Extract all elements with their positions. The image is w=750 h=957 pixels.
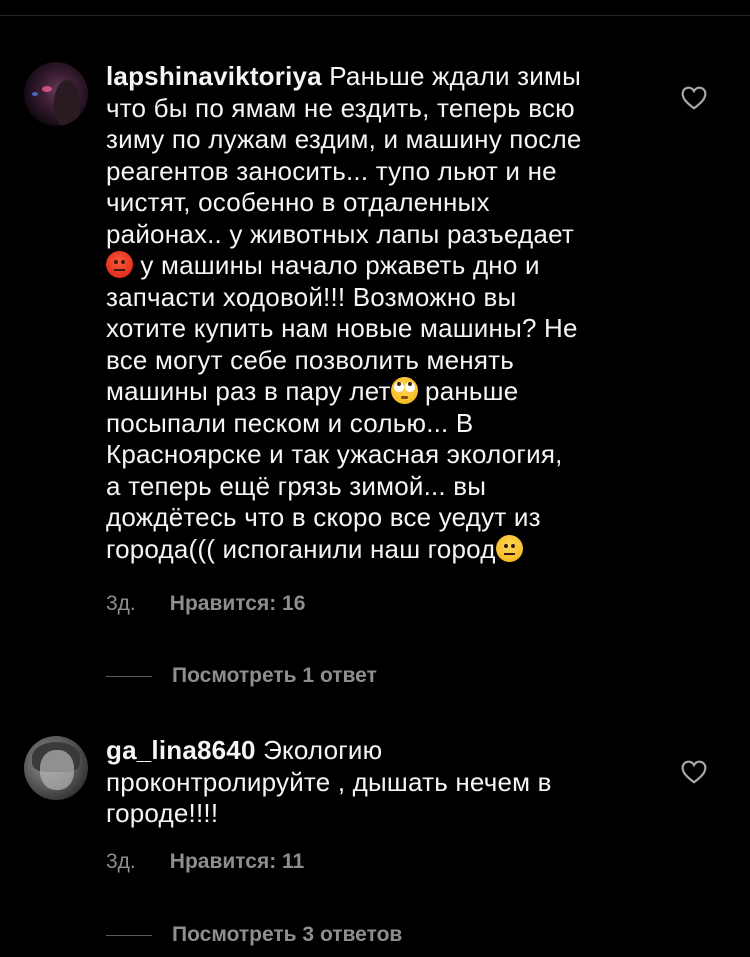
comment-time: 3д. (106, 592, 136, 615)
avatar-photo-detail (42, 86, 52, 92)
angry-face-emoji-icon (106, 251, 133, 278)
avatar-photo-detail (54, 80, 80, 126)
view-replies-button[interactable]: Посмотреть 3 ответов (106, 923, 402, 947)
view-replies-label: Посмотреть 3 ответов (172, 923, 403, 946)
comment-meta: 3д. Нравится: 16 (106, 592, 305, 616)
avatar[interactable] (24, 62, 88, 126)
replies-divider-line (106, 675, 152, 677)
comment-likes[interactable]: Нравится: 11 (170, 850, 304, 874)
comment-username[interactable]: lapshinaviktoriya (106, 61, 322, 91)
comment-likes[interactable]: Нравится: 16 (170, 592, 306, 616)
replies-divider-line (106, 934, 152, 936)
avatar-photo-detail (40, 750, 74, 790)
comment-time: 3д. (106, 850, 136, 873)
comment-username[interactable]: ga_lina8640 (106, 735, 256, 765)
top-divider (0, 15, 750, 16)
neutral-face-emoji-icon (495, 534, 523, 562)
heart-outline-icon[interactable] (681, 86, 707, 110)
comment-text: ga_lina8640 Экологию проконтролируйте , … (106, 735, 646, 830)
view-replies-button[interactable]: Посмотреть 1 ответ (106, 664, 377, 688)
comment-text: lapshinaviktoriya Раньше ждали зимы что … (106, 61, 646, 565)
comment-meta: 3д. Нравится: 11 (106, 850, 304, 874)
rolling-eyes-emoji-icon (390, 377, 418, 404)
heart-outline-icon[interactable] (681, 760, 707, 784)
avatar[interactable] (24, 736, 88, 800)
view-replies-label: Посмотреть 1 ответ (172, 664, 377, 687)
avatar-photo-detail (32, 92, 38, 96)
